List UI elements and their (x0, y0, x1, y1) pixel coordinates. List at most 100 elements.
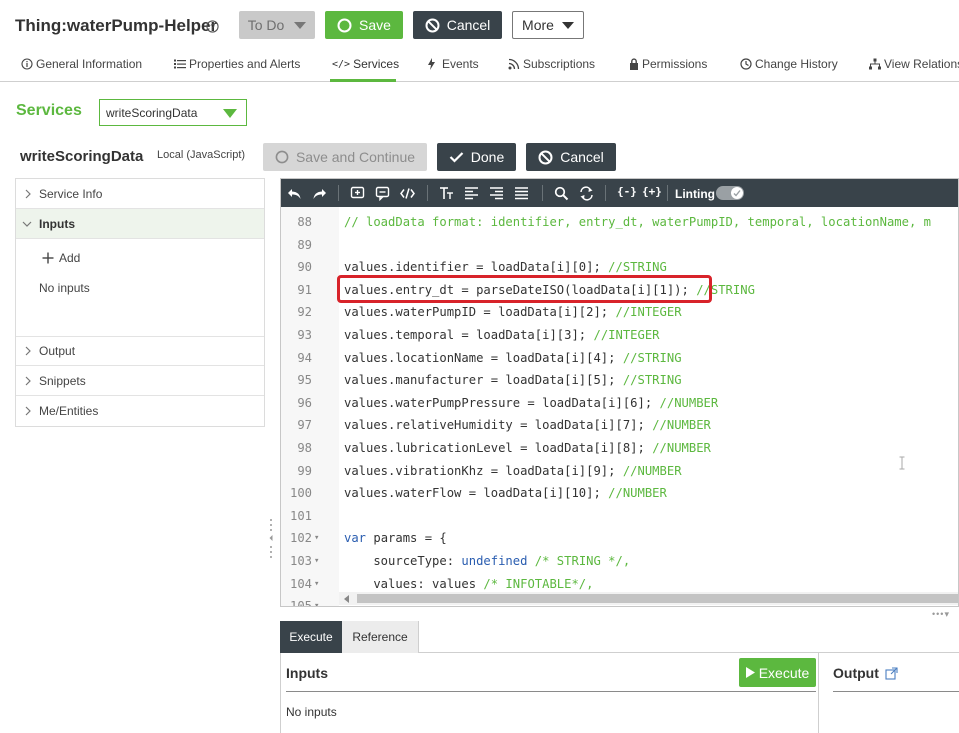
external-link-icon[interactable] (885, 666, 898, 680)
sidebar-item-inputs[interactable]: Inputs (16, 209, 264, 239)
todo-dropdown-button[interactable]: To Do (239, 11, 315, 39)
redo-icon[interactable] (312, 186, 327, 201)
tab-events[interactable]: Events (427, 57, 479, 71)
list-icon (174, 59, 186, 69)
toolbar-separator (542, 185, 543, 201)
no-inputs-text: No inputs (286, 705, 337, 719)
sidebar-item-snippets[interactable]: Snippets (16, 366, 264, 396)
toggle-knob (731, 187, 743, 199)
fold-arrow-icon[interactable]: ▾ (314, 527, 319, 549)
ban-icon (425, 18, 440, 32)
sidebar-item-service-info[interactable]: Service Info (16, 179, 264, 209)
code-line[interactable]: 103 ▾ sourceType: undefined /* STRING */, (281, 550, 958, 572)
align-left-icon[interactable] (464, 186, 479, 201)
ban-icon (538, 150, 553, 164)
line-number: 103 (289, 554, 312, 568)
sidebar-item-output[interactable]: Output (16, 336, 264, 366)
code-comment: //NUMBER (652, 418, 711, 433)
tab-services[interactable]: </> Services (332, 57, 399, 71)
horizontal-scrollbar[interactable] (339, 592, 958, 605)
code-line[interactable]: 95 values.manufacturer = loadData[i][5]; … (281, 369, 958, 391)
toolbar-separator (667, 185, 668, 201)
code-body: sourceType: (344, 554, 462, 568)
chevron-down-icon (22, 221, 32, 227)
clock-icon (740, 58, 752, 70)
undo-icon[interactable] (287, 186, 302, 201)
align-right-icon[interactable] (489, 186, 504, 201)
sidebar-item-label: Output (39, 344, 76, 358)
fold-arrow-icon[interactable]: ▾ (314, 573, 319, 595)
more-dropdown-button[interactable]: More (512, 11, 584, 39)
tab-reference[interactable]: Reference (342, 621, 419, 653)
code-line[interactable]: 99 values.vibrationKhz = loadData[i][9]; … (281, 460, 958, 482)
save-button[interactable]: Save (325, 11, 403, 39)
tab-label: General Information (36, 57, 143, 71)
text-size-icon[interactable] (439, 186, 454, 201)
insert-snippet-icon[interactable] (350, 186, 365, 201)
tab-view-relations[interactable]: View Relations (869, 57, 959, 71)
line-number: 90 (297, 260, 312, 275)
output-label: Output (833, 665, 879, 681)
replace-icon[interactable] (579, 186, 594, 201)
code-editor[interactable]: {-} {+} Linting 88 // loadData format: id… (280, 178, 959, 607)
highlight-annotation-box (337, 275, 712, 303)
code-line[interactable]: 97 values.relativeHumidity = loadData[i][… (281, 414, 958, 436)
sitemap-icon (869, 58, 881, 70)
fold-arrow-icon[interactable]: ▾ (314, 550, 319, 572)
unfold-brackets-icon[interactable]: {+} (642, 185, 662, 200)
resize-handle-icon[interactable]: •••▾ (932, 609, 950, 620)
code-line[interactable]: 101 (281, 505, 958, 527)
code-comment: //STRING (608, 260, 667, 275)
code-line[interactable]: 88 // loadData format: identifier, entry_… (281, 211, 958, 233)
line-number: 93 (297, 328, 312, 342)
scroll-left-icon[interactable] (344, 595, 349, 603)
code-body: values.waterPumpID = loadData[i][2]; (344, 305, 616, 320)
code-line[interactable]: 100 values.waterFlow = loadData[i][10]; /… (281, 482, 958, 504)
code-line[interactable]: 96 values.waterPumpPressure = loadData[i]… (281, 392, 958, 414)
sidebar-item-me-entities[interactable]: Me/Entities (16, 396, 264, 426)
svg-text:?: ? (210, 22, 215, 32)
tab-permissions[interactable]: Permissions (629, 57, 707, 71)
done-button[interactable]: Done (437, 143, 516, 171)
code-format-icon[interactable] (400, 186, 415, 201)
code-line[interactable]: 93 values.temporal = loadData[i][3]; //IN… (281, 324, 958, 346)
code-text: values.lubricationLevel = loadData[i][8]… (344, 437, 711, 459)
info-circle-icon (21, 58, 33, 70)
tab-change-history[interactable]: Change History (740, 57, 838, 71)
tab-properties-and-alerts[interactable]: Properties and Alerts (174, 57, 300, 71)
code-comment: /* INFOTABLE*/, (483, 576, 594, 591)
fold-arrow-icon[interactable]: ▾ (314, 595, 319, 606)
save-and-continue-button[interactable]: Save and Continue (263, 143, 427, 171)
code-line[interactable]: 89 (281, 234, 958, 256)
justify-icon[interactable] (514, 186, 529, 201)
code-line[interactable]: 98 values.lubricationLevel = loadData[i][… (281, 437, 958, 459)
fold-brackets-icon[interactable]: {-} (617, 185, 637, 200)
scrollbar-thumb[interactable] (357, 594, 958, 603)
code-line[interactable]: 102 ▾ var params = { (281, 527, 958, 549)
tab-execute[interactable]: Execute (280, 621, 342, 653)
execute-label: Execute (758, 664, 810, 681)
code-text: values.manufacturer = loadData[i][5]; //… (344, 369, 682, 391)
comment-icon[interactable] (375, 186, 390, 201)
service-cancel-button[interactable]: Cancel (526, 143, 616, 171)
bolt-icon (428, 58, 435, 70)
tab-subscriptions[interactable]: Subscriptions (508, 57, 595, 71)
help-icon[interactable]: ? (206, 20, 219, 33)
check-icon (449, 152, 464, 163)
code-body: values.lubricationLevel = loadData[i][8]… (344, 441, 653, 455)
cancel-button[interactable]: Cancel (413, 11, 502, 39)
linting-toggle[interactable] (716, 186, 744, 200)
code-line[interactable]: 94 values.locationName = loadData[i][4]; … (281, 347, 958, 369)
todo-label: To Do (247, 17, 285, 33)
search-icon[interactable] (554, 186, 569, 201)
add-input-button[interactable]: Add (42, 251, 80, 265)
splitter-handle-icon[interactable] (269, 517, 273, 561)
rss-icon (508, 58, 520, 70)
code-text: values.waterFlow = loadData[i][10]; //NU… (344, 482, 667, 504)
service-select[interactable]: writeScoringData (99, 99, 247, 126)
tab-general-information[interactable]: General Information (21, 57, 142, 71)
chevron-right-icon (25, 376, 31, 385)
code-line[interactable]: 92 values.waterPumpID = loadData[i][2]; /… (281, 301, 958, 323)
code-text: values.waterPumpPressure = loadData[i][6… (344, 392, 718, 414)
execute-button[interactable]: Execute (739, 658, 816, 687)
